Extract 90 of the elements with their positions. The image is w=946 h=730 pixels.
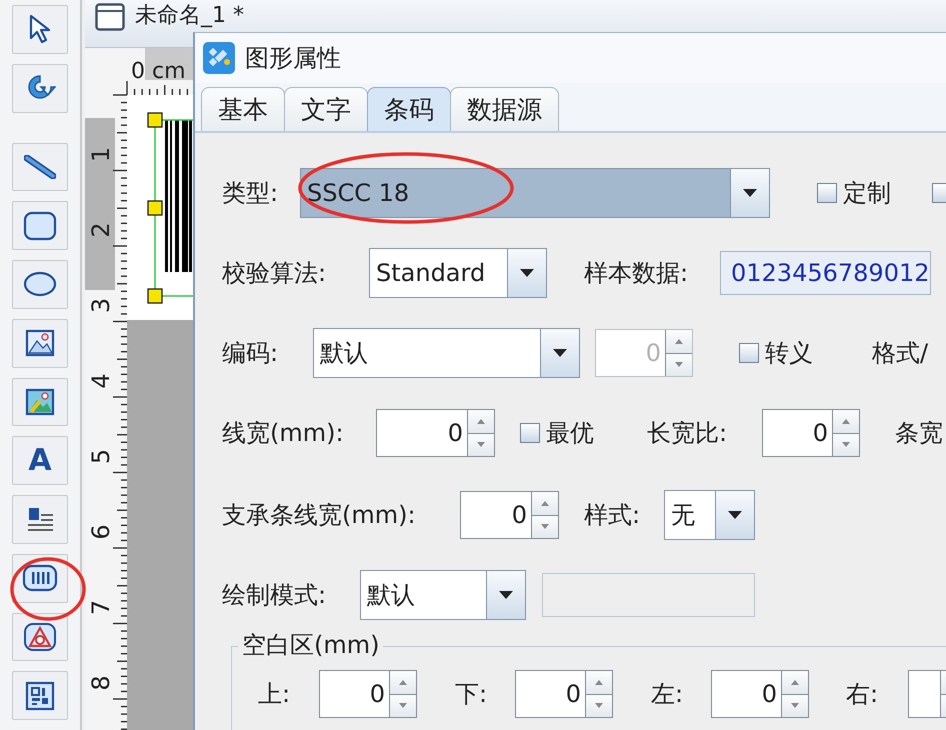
up-arrow-icon: [842, 418, 850, 424]
caret-icon: [552, 348, 568, 358]
ruler-number: 5: [87, 448, 115, 464]
field-label: 样式:: [584, 500, 640, 531]
image-icon: [25, 329, 55, 358]
tab[interactable]: 条码: [367, 87, 451, 131]
ruler-number: 4: [87, 373, 115, 389]
caret-icon: [742, 188, 758, 198]
text-field[interactable]: 0123456789012: [720, 251, 931, 295]
down-arrow-icon: [595, 703, 603, 708]
tool-button[interactable]: [12, 318, 68, 368]
ruler-unit: 0 cm: [131, 59, 186, 84]
ellipse-icon: [23, 271, 57, 298]
down-arrow-icon: [541, 524, 549, 530]
dropdown[interactable]: Standard: [369, 248, 547, 298]
number-spinner[interactable]: 0: [376, 409, 495, 457]
ruler-number: 3: [87, 298, 115, 314]
down-arrow-icon: [399, 703, 407, 708]
tool-button[interactable]: [12, 5, 68, 54]
dropdown[interactable]: 无: [664, 490, 755, 540]
pointer-icon: [28, 14, 52, 44]
field-label: 左:: [651, 679, 684, 710]
dropdown[interactable]: 默认: [360, 570, 526, 620]
number-spinner[interactable]: 0: [762, 409, 860, 457]
caret-icon: [727, 510, 743, 520]
resize-handle[interactable]: [147, 288, 163, 304]
ruler-number: 1: [87, 146, 115, 162]
resize-handle[interactable]: [147, 200, 163, 216]
checkbox[interactable]: 最优: [520, 417, 594, 449]
field-label: 绘制模式:: [222, 580, 326, 611]
down-arrow-icon: [791, 703, 799, 708]
tab[interactable]: 基本: [201, 87, 285, 131]
number-spinner[interactable]: 0: [711, 670, 809, 718]
field-label: 格式/: [872, 338, 928, 369]
up-arrow-icon: [541, 500, 549, 506]
tool-button[interactable]: [12, 142, 68, 192]
tool-button[interactable]: [12, 260, 68, 309]
qr-code-icon: [25, 680, 55, 711]
field-label: 条宽: [895, 418, 943, 449]
dropdown[interactable]: 默认: [313, 328, 580, 378]
field-label: 上:: [258, 679, 290, 710]
tool-button[interactable]: [12, 64, 68, 112]
caret-icon: [519, 268, 535, 278]
down-arrow-icon: [477, 442, 485, 448]
caret-icon: [498, 590, 514, 600]
dropdown[interactable]: SSCC 18: [300, 168, 770, 218]
ruler-number: 8: [87, 675, 115, 691]
field-label: 样本数据:: [584, 258, 688, 289]
tab[interactable]: 数据源: [450, 87, 559, 131]
ruler-number: 7: [87, 600, 115, 616]
tool-button[interactable]: [12, 378, 68, 426]
window-icon: [95, 3, 125, 31]
checkbox[interactable]: 转义: [739, 337, 813, 369]
ruler-number: 2: [87, 222, 115, 238]
number-spinner[interactable]: 0: [460, 491, 559, 539]
line-icon: [24, 154, 56, 179]
checkbox[interactable]: [932, 183, 946, 203]
resize-handle[interactable]: [147, 112, 163, 128]
ruler-number: 6: [87, 524, 115, 540]
tool-button[interactable]: [12, 495, 68, 544]
field-label: 编码:: [222, 338, 278, 369]
up-arrow-icon: [791, 680, 799, 685]
field-label: 长宽比:: [647, 418, 728, 449]
number-spinner[interactable]: 0: [515, 670, 613, 718]
document-tab[interactable]: 未命名_1 *: [135, 3, 244, 29]
up-arrow-icon: [477, 418, 485, 424]
app-logo-icon: [203, 42, 235, 74]
up-arrow-icon: [399, 680, 407, 685]
tool-button[interactable]: [12, 612, 68, 662]
number-spinner[interactable]: 0: [319, 670, 417, 718]
field-label: 类型:: [222, 178, 278, 209]
field-label: 右:: [846, 679, 878, 710]
field-label: 线宽(mm):: [222, 418, 344, 449]
tab[interactable]: 文字: [284, 87, 368, 131]
paragraph-icon: [25, 505, 55, 534]
rounded-rectangle-icon: [23, 210, 57, 241]
checkbox[interactable]: 定制: [817, 177, 891, 209]
tool-button[interactable]: [12, 671, 68, 720]
barcode-icon: [22, 564, 58, 592]
down-arrow-icon: [842, 442, 850, 448]
field-label: 校验算法:: [222, 258, 326, 289]
up-arrow-icon: [675, 338, 683, 344]
field-label: 下:: [455, 679, 488, 710]
dialog-title: 图形属性: [245, 43, 341, 74]
down-arrow-icon: [675, 362, 683, 368]
tool-button[interactable]: [12, 201, 68, 250]
image-icon: [25, 388, 55, 416]
tool-button[interactable]: A: [12, 436, 68, 485]
field-label: 支承条线宽(mm):: [222, 500, 416, 531]
up-arrow-icon: [595, 680, 603, 685]
